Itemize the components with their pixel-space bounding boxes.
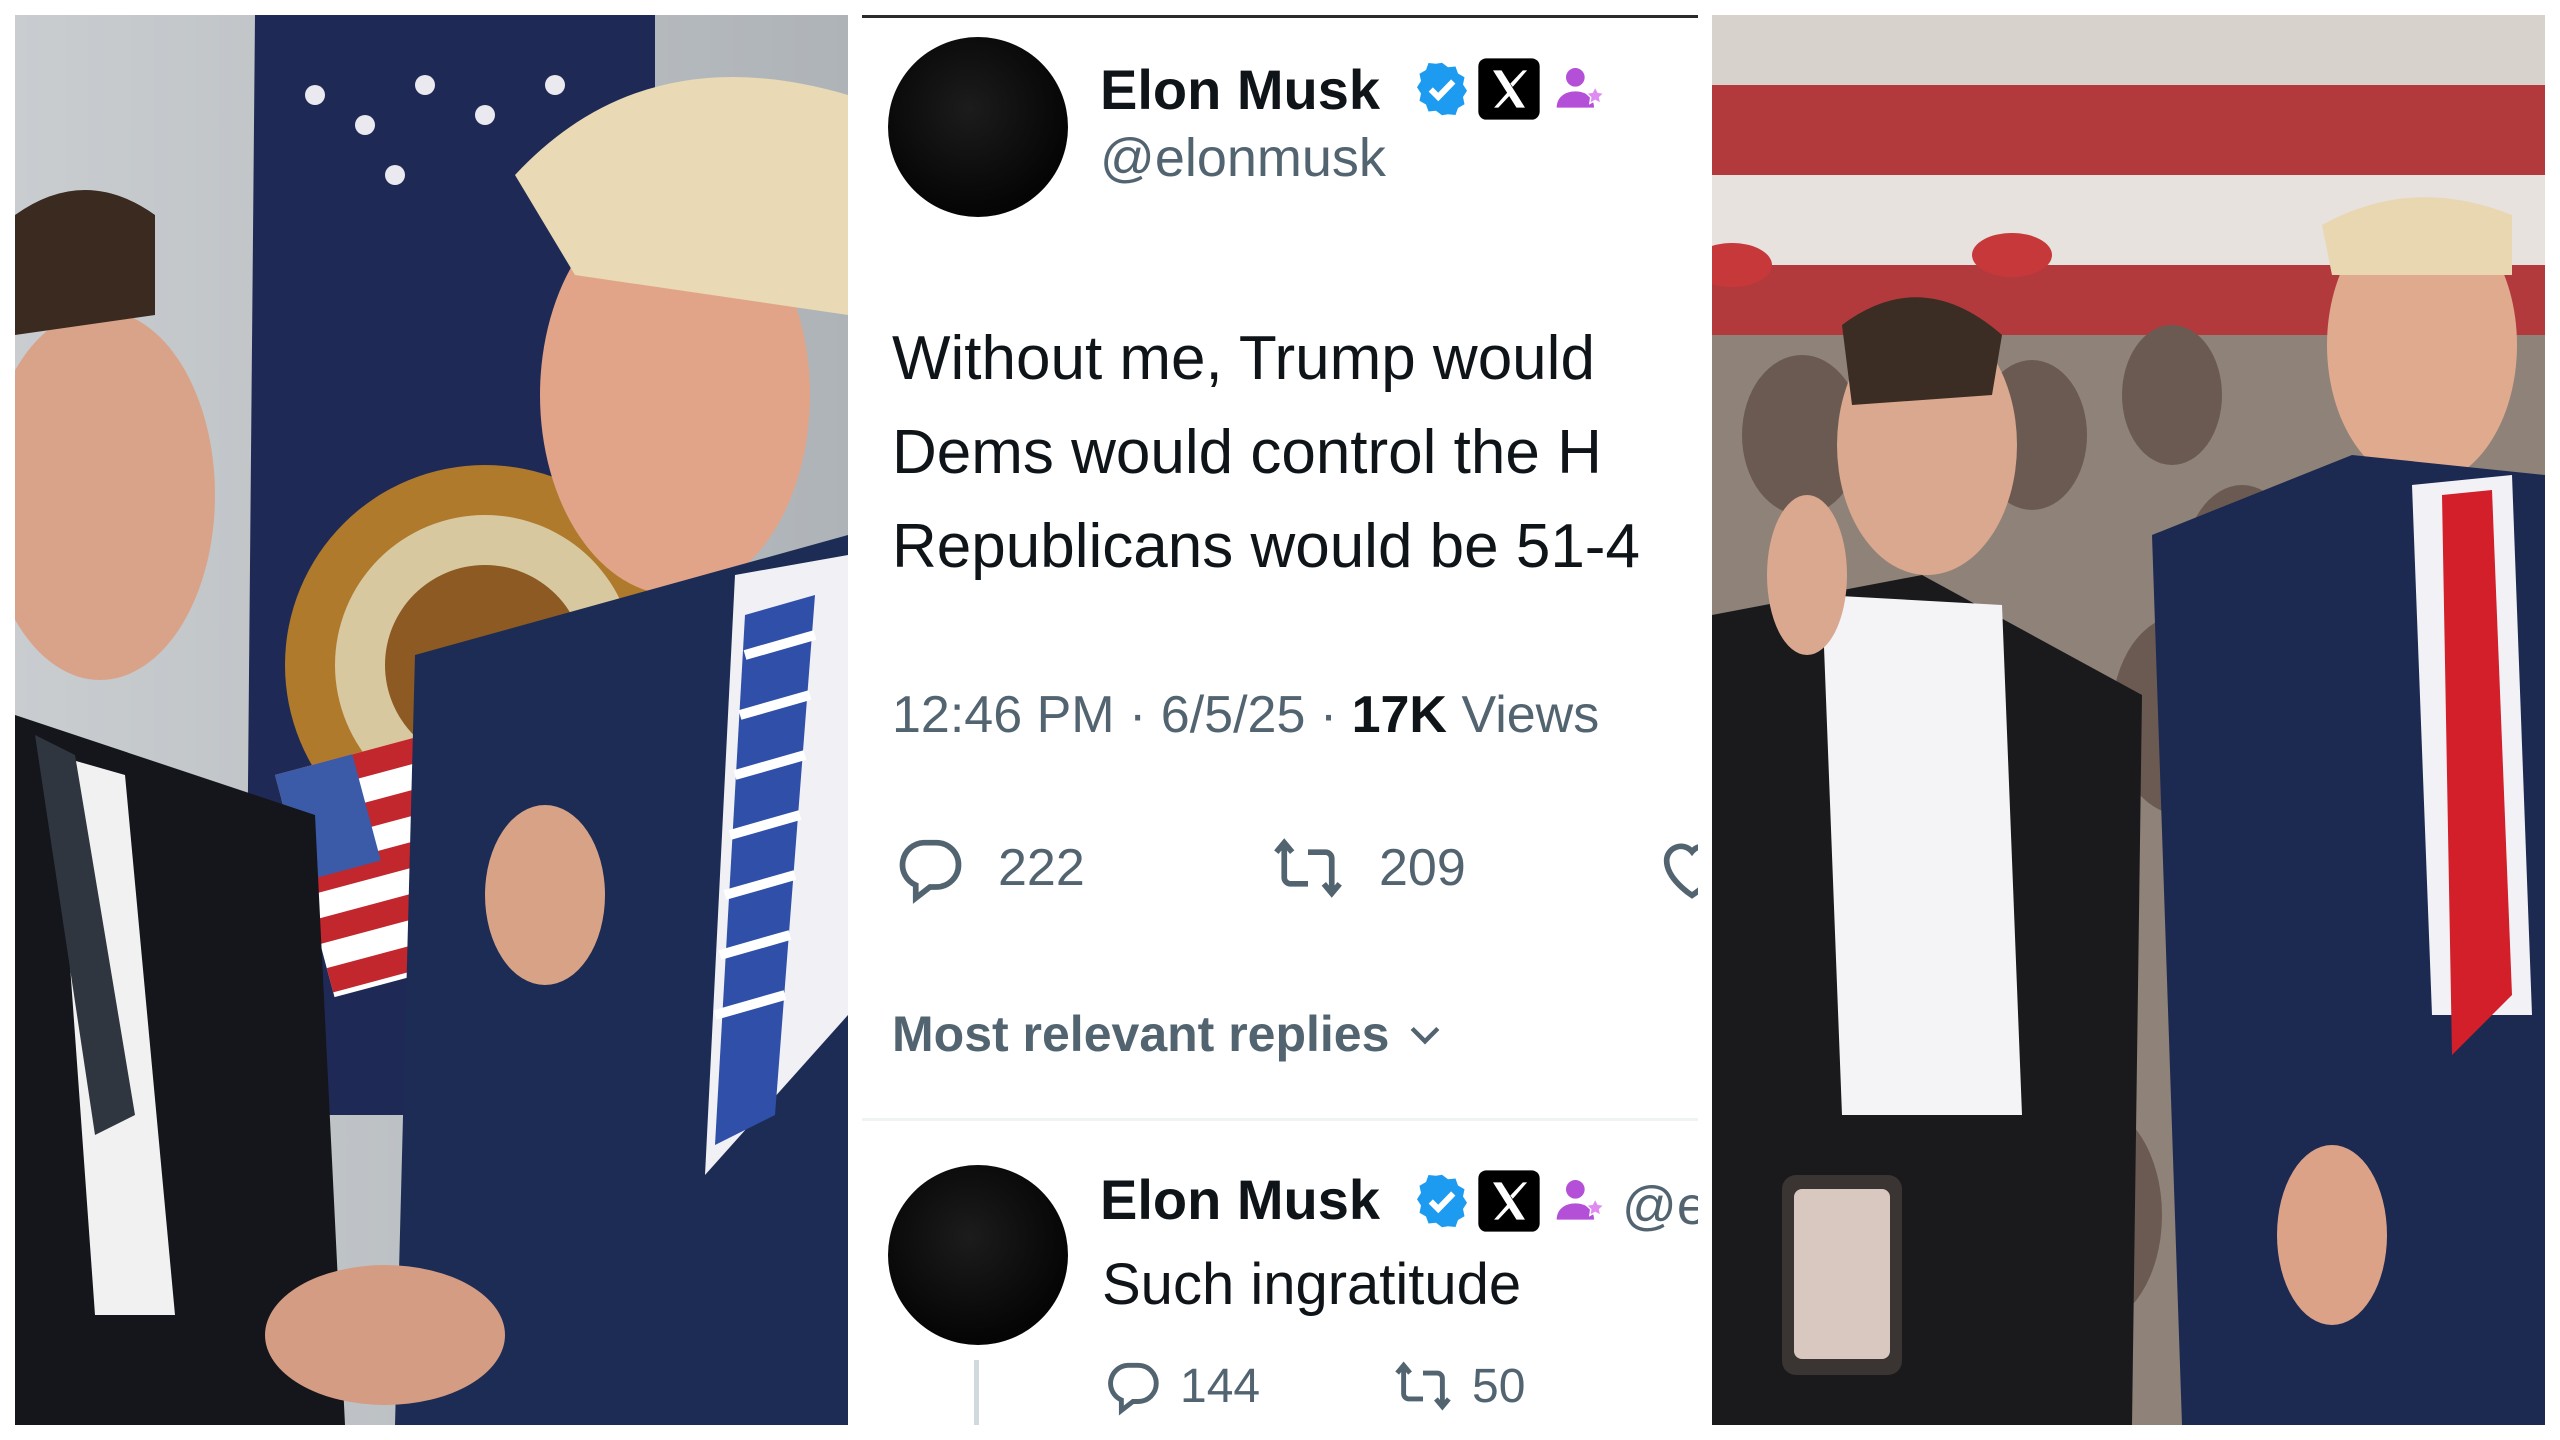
- verified-badge-icon: [1417, 1174, 1467, 1228]
- repost-icon: [1274, 838, 1342, 898]
- tweet-screenshot: Elon Musk @elonmusk Without me, Trump wo…: [862, 15, 1698, 1425]
- sort-replies-button[interactable]: Most relevant replies: [892, 1005, 1447, 1063]
- meta-separator: ·: [1129, 686, 1161, 744]
- reply-icon: [1108, 1362, 1159, 1416]
- reply-reply-button[interactable]: 144: [1102, 1355, 1260, 1417]
- rally-photo: [1712, 15, 2545, 1425]
- reply-repost-button[interactable]: 50: [1390, 1355, 1525, 1417]
- reply-icon: [899, 839, 962, 904]
- meta-separator: ·: [1319, 686, 1352, 744]
- repost-icon: [1395, 1361, 1451, 1411]
- reply-button[interactable]: 222: [892, 830, 1085, 906]
- repost-button[interactable]: 209: [1267, 830, 1466, 906]
- affiliate-icon: [1556, 68, 1606, 108]
- reply-count: 222: [998, 839, 1085, 897]
- author-avatar[interactable]: [888, 37, 1068, 217]
- top-border: [862, 15, 1698, 18]
- views-count: 17K: [1351, 686, 1447, 744]
- reply-text: Such ingratitude: [1102, 1252, 1522, 1317]
- right-photo: [1712, 15, 2545, 1425]
- reply-author-name[interactable]: Elon Musk: [1100, 1167, 1380, 1232]
- affiliate-icon: [1556, 1180, 1606, 1220]
- reply-author-handle[interactable]: @e: [1622, 1175, 1698, 1237]
- tweet-date[interactable]: 6/5/25: [1161, 686, 1306, 744]
- chevron-down-icon: [1411, 1026, 1440, 1045]
- tweet-text-line-1: Without me, Trump would: [892, 324, 1595, 393]
- author-name[interactable]: Elon Musk: [1100, 57, 1380, 122]
- like-icon[interactable]: [1654, 832, 1698, 908]
- sort-label: Most relevant replies: [892, 1006, 1390, 1062]
- tweet-text-line-3: Republicans would be 51-4: [892, 512, 1640, 581]
- author-handle[interactable]: @elonmusk: [1100, 127, 1386, 189]
- left-photo: [15, 15, 848, 1425]
- reply-avatar[interactable]: [888, 1165, 1068, 1345]
- tweet-time[interactable]: 12:46 PM: [892, 686, 1115, 744]
- repost-count: 209: [1379, 839, 1466, 897]
- x-logo-icon: [1478, 58, 1540, 120]
- reply-reply-count: 144: [1180, 1359, 1261, 1413]
- reply-thread-line: [974, 1360, 979, 1425]
- views-label: Views: [1461, 686, 1600, 744]
- handshake-photo: [15, 15, 848, 1425]
- verified-badge-icon: [1417, 62, 1467, 116]
- reply-repost-count: 50: [1472, 1359, 1526, 1413]
- tweet-meta: 12:46 PM · 6/5/25 · 17K Views: [892, 685, 1599, 745]
- replies-divider: [862, 1118, 1698, 1121]
- x-logo-icon: [1478, 1170, 1540, 1232]
- tweet-text-line-2: Dems would control the H: [892, 418, 1602, 487]
